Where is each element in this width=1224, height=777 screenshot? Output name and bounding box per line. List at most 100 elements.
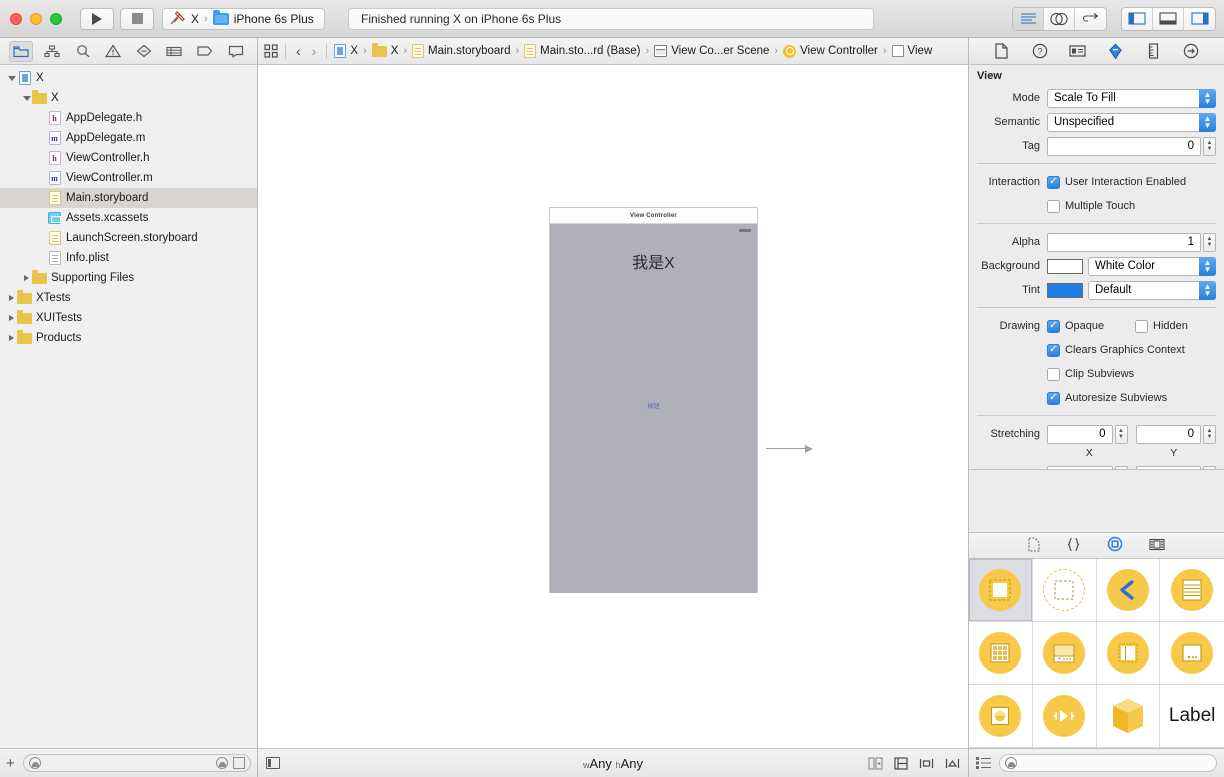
attributes-inspector-tab[interactable] <box>1104 41 1126 62</box>
run-button[interactable] <box>80 7 114 30</box>
library-item-navigation-controller[interactable] <box>1096 559 1161 622</box>
navigator-row[interactable]: XUITests <box>0 308 257 328</box>
disclosure-triangle[interactable] <box>6 335 17 341</box>
clip-subviews-checkbox[interactable]: Clip Subviews <box>1047 367 1134 381</box>
stretching-y-stepper[interactable]: ▲ ▼ <box>1203 424 1216 444</box>
navigator-row[interactable]: m ViewController.m <box>0 168 257 188</box>
disclosure-triangle[interactable] <box>6 295 17 301</box>
disclosure-triangle[interactable] <box>21 275 32 281</box>
navigator-row[interactable]: m AppDelegate.m <box>0 128 257 148</box>
media-library-tab[interactable] <box>1149 538 1165 554</box>
minimize-window-button[interactable] <box>30 12 42 25</box>
library-item-object[interactable] <box>1096 685 1161 748</box>
semantic-popup-button[interactable]: Unspecified ▲ ▼ <box>1047 112 1216 132</box>
symbol-navigator-tab[interactable] <box>40 41 64 62</box>
tint-popup-button[interactable]: Default ▲ ▼ <box>1088 280 1216 300</box>
stretching-x-field[interactable]: 0 <box>1047 424 1113 444</box>
close-window-button[interactable] <box>10 12 22 25</box>
navigator-row[interactable]: Info.plist <box>0 248 257 268</box>
debug-navigator-tab[interactable] <box>162 41 186 62</box>
version-editor-button[interactable] <box>1075 8 1106 30</box>
breadcrumb-item[interactable]: View <box>891 45 932 57</box>
canvas-button[interactable]: 按钮 <box>550 401 757 410</box>
breadcrumb-item[interactable]: Main.storyboard <box>412 44 511 58</box>
library-item-storyboard-reference[interactable] <box>1032 559 1097 622</box>
breadcrumb-item[interactable]: View Controller <box>783 44 878 58</box>
navigator-row[interactable]: h AppDelegate.h <box>0 108 257 128</box>
scheme-selector[interactable]: X › iPhone 6s Plus <box>162 7 325 30</box>
root-view[interactable]: 我是X 按钮 <box>550 224 757 593</box>
navigator-row[interactable]: XTests <box>0 288 257 308</box>
recent-files-filter-icon[interactable] <box>216 757 228 769</box>
find-navigator-tab[interactable] <box>71 41 95 62</box>
navigator-row[interactable]: LaunchScreen.storyboard <box>0 228 257 248</box>
navigator-row[interactable]: X <box>0 68 257 88</box>
size-class-indicator[interactable]: wAny hAny <box>258 756 968 771</box>
stretching-y-field[interactable]: 0 <box>1135 424 1201 444</box>
toggle-document-outline-button[interactable] <box>266 757 280 769</box>
navigator-row[interactable]: Assets.xcassets <box>0 208 257 228</box>
toggle-utilities-button[interactable] <box>1184 8 1215 30</box>
source-control-filter-icon[interactable] <box>233 757 245 769</box>
breadcrumb-item[interactable]: Main.sto...rd (Base) <box>524 44 641 58</box>
library-item-label[interactable]: Label <box>1160 685 1224 748</box>
disclosure-triangle[interactable] <box>6 315 17 321</box>
issue-navigator-tab[interactable] <box>101 41 125 62</box>
navigator-row[interactable]: Products <box>0 328 257 348</box>
quick-help-tab[interactable]: ? <box>1029 41 1051 62</box>
code-snippet-library-tab[interactable] <box>1066 537 1081 555</box>
library-item-glkit-view-controller[interactable] <box>969 685 1033 748</box>
tag-stepper[interactable]: ▲ ▼ <box>1203 136 1216 156</box>
disclosure-triangle[interactable] <box>21 95 32 101</box>
hidden-checkbox[interactable]: Hidden <box>1135 319 1188 333</box>
mode-popup-button[interactable]: Scale To Fill ▲ ▼ <box>1047 88 1216 108</box>
navigator-row[interactable]: X <box>0 88 257 108</box>
navigator-row[interactable]: h ViewController.h <box>0 148 257 168</box>
breadcrumb-item[interactable]: X <box>334 44 358 58</box>
tint-color-well[interactable] <box>1047 282 1083 298</box>
add-file-button[interactable]: + <box>6 756 15 771</box>
view-controller-scene[interactable]: View Controller 我是X 按钮 <box>549 207 758 593</box>
file-template-library-tab[interactable] <box>1028 536 1040 555</box>
toggle-debug-area-button[interactable] <box>1153 7 1184 30</box>
library-item-table-view-controller[interactable] <box>1160 559 1224 622</box>
identity-inspector-tab[interactable] <box>1067 41 1089 62</box>
navigator-filter-field[interactable] <box>22 754 251 772</box>
auto-update-icon[interactable] <box>868 756 883 770</box>
stretching-x-stepper[interactable]: ▲ ▼ <box>1114 424 1128 444</box>
stop-button[interactable] <box>120 7 154 30</box>
library-item-view-controller[interactable] <box>969 559 1033 622</box>
autoresize-subviews-checkbox[interactable]: Autoresize Subviews <box>1047 391 1167 405</box>
storyboard-canvas[interactable]: View Controller 我是X 按钮 <box>258 65 968 748</box>
library-filter-field[interactable] <box>999 754 1217 772</box>
assistant-editor-button[interactable] <box>1044 7 1075 30</box>
test-navigator-tab[interactable] <box>132 41 156 62</box>
library-item-collection-view-controller[interactable] <box>969 622 1033 685</box>
project-navigator-tab[interactable] <box>9 40 34 62</box>
multiple-touch-checkbox[interactable]: Multiple Touch <box>1047 199 1135 213</box>
alpha-field[interactable]: 1 <box>1047 232 1201 252</box>
background-popup-button[interactable]: White Color ▲ ▼ <box>1088 256 1216 276</box>
object-library-tab[interactable] <box>1107 536 1123 555</box>
library-item-tab-bar-controller[interactable] <box>1032 622 1097 685</box>
breakpoint-navigator-tab[interactable] <box>193 41 217 62</box>
zoom-window-button[interactable] <box>50 12 62 25</box>
file-inspector-tab[interactable] <box>991 41 1013 62</box>
navigator-row[interactable]: Supporting Files <box>0 268 257 288</box>
forward-button[interactable]: › <box>309 43 320 59</box>
size-inspector-tab[interactable] <box>1142 41 1164 62</box>
navigator-row[interactable]: Main.storyboard <box>0 188 257 208</box>
object-library-grid[interactable]: Label <box>969 559 1224 748</box>
library-view-toggle-icon[interactable] <box>976 756 991 770</box>
standard-editor-button[interactable] <box>1013 7 1044 30</box>
breadcrumb-item[interactable]: View Co...er Scene <box>654 45 769 57</box>
library-item-avkit-player-controller[interactable] <box>1032 685 1097 748</box>
clears-graphics-context-checkbox[interactable]: Clears Graphics Context <box>1047 343 1185 357</box>
breadcrumb-item[interactable]: X <box>371 43 398 57</box>
project-file-tree[interactable]: X Xh AppDelegate.h m AppDelegate.m h ViewContr… <box>0 65 257 748</box>
pin-icon[interactable] <box>945 757 960 770</box>
user-interaction-enabled-checkbox[interactable]: User Interaction Enabled <box>1047 175 1186 189</box>
related-items-icon[interactable] <box>264 44 278 58</box>
opaque-checkbox[interactable]: Opaque <box>1047 319 1135 333</box>
library-item-page-view-controller[interactable] <box>1160 622 1224 685</box>
